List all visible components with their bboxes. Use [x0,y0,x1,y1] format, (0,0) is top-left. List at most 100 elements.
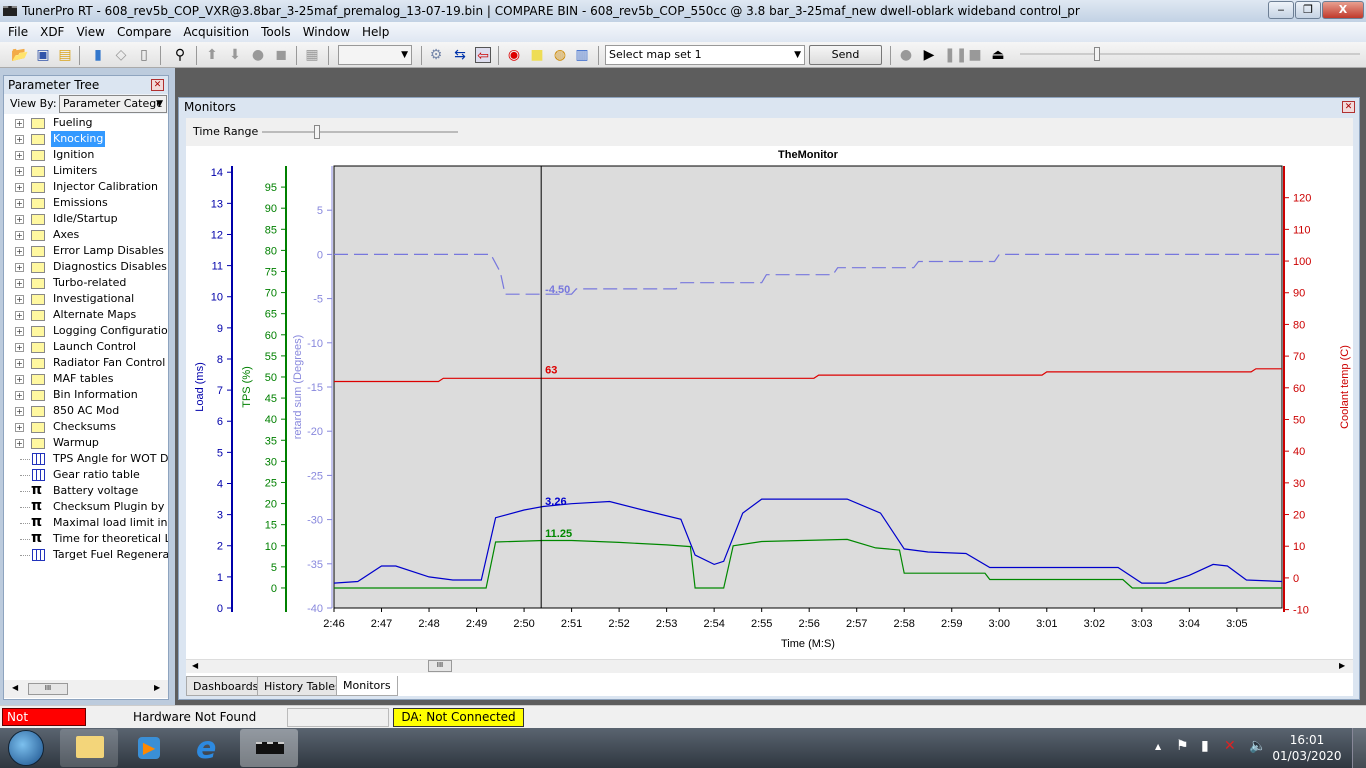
tps-tick-label: 65 [265,309,277,321]
x-tick-label: 3:01 [1036,618,1057,630]
load-tick-label: 9 [217,323,223,335]
x-tick-label: 2:49 [466,618,487,630]
retard-tick-label: -15 [307,382,323,394]
tps-tick-label: 0 [271,583,277,595]
coolant-tick-label: 0 [1293,573,1299,585]
load-tick-label: 12 [211,229,223,241]
coolant-cursor-value: 63 [545,364,557,376]
taskbar-explorer[interactable] [60,729,118,767]
retard-tick-label: -40 [307,603,323,615]
x-axis-label: Time (M:S) [781,638,835,650]
x-tick-label: 3:04 [1179,618,1200,630]
taskbar: ▶ e ▲ ⚑ ▮ ✕ 🔈 16:01 01/03/2020 [0,728,1366,768]
x-tick-label: 2:56 [798,618,819,630]
taskbar-media-player[interactable]: ▶ [120,729,178,767]
coolant-tick-label: 10 [1293,541,1305,553]
tps-tick-label: 60 [265,330,277,342]
tps-axis-label: TPS (%) [241,366,253,408]
tps-tick-label: 15 [265,520,277,532]
tps-tick-label: 30 [265,456,277,468]
tps-tick-label: 35 [265,435,277,447]
x-tick-label: 2:54 [703,618,724,630]
coolant-tick-label: 110 [1293,224,1311,236]
load-tick-label: 5 [217,447,223,459]
da-status: DA: Not Connected [393,708,524,727]
tps-tick-label: 55 [265,351,277,363]
coolant-tick-label: 70 [1293,351,1305,363]
x-tick-label: 3:00 [989,618,1010,630]
coolant-tick-label: 40 [1293,446,1305,458]
start-button[interactable] [8,730,44,766]
retard-tick-label: -5 [313,294,323,306]
load-cursor-value: 3.26 [545,496,566,508]
status-bar: Not Emulating Hardware Not Found DA: Not… [0,705,1366,740]
x-tick-label: 2:55 [751,618,772,630]
retard-tick-label: -35 [307,559,323,571]
coolant-tick-label: 90 [1293,288,1305,300]
x-tick-label: 3:03 [1131,618,1152,630]
load-tick-label: 14 [211,167,223,179]
x-tick-label: 2:51 [561,618,582,630]
coolant-tick-label: 30 [1293,478,1305,490]
show-desktop-button[interactable] [1352,728,1366,768]
tps-tick-label: 50 [265,372,277,384]
power-icon[interactable]: ▮ [1201,738,1209,754]
retard-tick-label: -10 [307,338,323,350]
load-tick-label: 13 [211,198,223,210]
load-tick-label: 0 [217,603,223,615]
retard-tick-label: -25 [307,470,323,482]
tps-tick-label: 20 [265,499,277,511]
x-tick-label: 2:52 [608,618,629,630]
hardware-status: Hardware Not Found [133,710,257,724]
taskbar-tunerpro[interactable] [240,729,298,767]
taskbar-internet-explorer[interactable]: e [180,729,238,767]
load-tick-label: 8 [217,354,223,366]
retard-cursor-value: -4.50 [545,284,570,296]
volume-icon[interactable]: 🔈 [1249,738,1266,754]
coolant-tick-label: -10 [1293,605,1309,617]
emulation-status: Not Emulating [2,708,86,740]
network-icon[interactable]: ✕ [1224,738,1236,754]
x-tick-label: 2:53 [656,618,677,630]
coolant-tick-label: 50 [1293,414,1305,426]
load-tick-label: 7 [217,385,223,397]
tps-tick-label: 70 [265,288,277,300]
x-tick-label: 2:50 [513,618,534,630]
tps-tick-label: 90 [265,203,277,215]
x-tick-label: 2:47 [371,618,392,630]
x-tick-label: 2:59 [941,618,962,630]
retard-axis-label: retard sum (Degrees) [292,335,304,440]
load-tick-label: 4 [217,478,223,490]
tps-tick-label: 10 [265,541,277,553]
tps-cursor-value: 11.25 [545,528,572,540]
tps-tick-label: 5 [271,562,277,574]
tps-tick-label: 25 [265,477,277,489]
retard-tick-label: -20 [307,426,323,438]
action-center-icon[interactable]: ⚑ [1176,738,1189,754]
tps-tick-label: 95 [265,182,277,194]
chip-icon [256,742,284,754]
retard-tick-label: -30 [307,515,323,527]
load-axis-label: Load (ms) [194,362,206,412]
coolant-tick-label: 80 [1293,319,1305,331]
x-tick-label: 3:05 [1226,618,1247,630]
load-tick-label: 2 [217,541,223,553]
x-tick-label: 2:46 [323,618,344,630]
tps-tick-label: 75 [265,266,277,278]
x-tick-label: 3:02 [1084,618,1105,630]
chart-title: TheMonitor [778,149,839,161]
show-hidden-icons[interactable]: ▲ [1155,742,1161,751]
x-tick-label: 2:57 [846,618,867,630]
monitor-chart: TheMonitor Time (M:S) 2:46 2:47 2:48 2:49 2:50… [194,149,1351,650]
media-player-icon: ▶ [138,737,160,759]
coolant-tick-label: 120 [1293,193,1311,205]
tps-tick-label: 85 [265,224,277,236]
load-tick-label: 6 [217,416,223,428]
coolant-tick-label: 20 [1293,510,1305,522]
clock[interactable]: 16:01 01/03/2020 [1272,732,1342,764]
folder-icon [76,736,104,758]
tps-tick-label: 40 [265,414,277,426]
x-tick-label: 2:58 [894,618,915,630]
load-tick-label: 10 [211,292,223,304]
coolant-tick-label: 100 [1293,256,1311,268]
